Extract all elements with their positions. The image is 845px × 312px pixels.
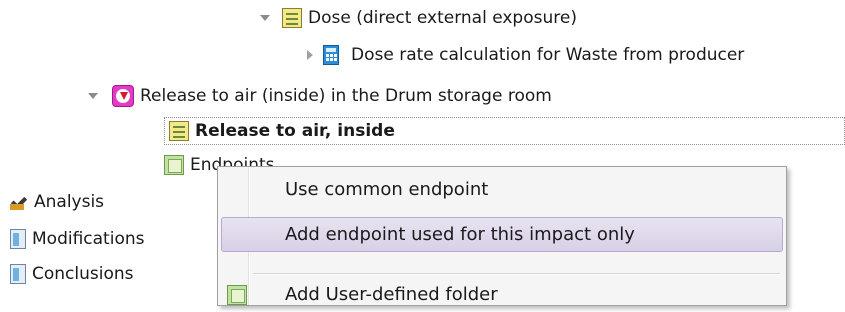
menu-item-label: Add endpoint used for this impact only (285, 224, 635, 245)
map-icon (164, 155, 184, 175)
tree-row-release-item[interactable]: Release to air, inside (164, 117, 845, 145)
calculator-icon (323, 45, 339, 65)
tree-label: Conclusions (32, 264, 134, 284)
document-icon (10, 264, 26, 284)
expand-toggle[interactable] (88, 91, 98, 101)
tree-label: Release to air (inside) in the Drum stor… (140, 86, 552, 106)
tree-row-dose-rate[interactable]: Dose rate calculation for Waste from pro… (305, 42, 744, 68)
tree-label: Modifications (32, 229, 145, 249)
tree-row-analysis[interactable]: Analysis (10, 189, 104, 215)
tree-label: Dose (direct external exposure) (308, 8, 577, 28)
form-icon (169, 121, 189, 141)
release-icon (112, 85, 134, 107)
tree-label: Analysis (34, 192, 105, 212)
tree-row-modifications[interactable]: Modifications (10, 226, 144, 252)
menu-item-label: Add User-defined folder (285, 284, 498, 305)
menu-item-label: Use common endpoint (285, 179, 489, 200)
menu-item-add-user-defined-folder[interactable]: Add User-defined folder (221, 277, 783, 312)
tree-row-dose[interactable]: Dose (direct external exposure) (260, 5, 577, 31)
menu-separator (253, 273, 780, 275)
tree-label: Dose rate calculation for Waste from pro… (351, 45, 745, 65)
checkmark-icon (10, 193, 28, 211)
tree-row-conclusions[interactable]: Conclusions (10, 261, 134, 287)
folder-map-icon (227, 285, 247, 305)
document-icon (10, 229, 26, 249)
expand-toggle[interactable] (260, 13, 270, 23)
expand-toggle[interactable] (305, 50, 315, 60)
menu-item-use-common-endpoint[interactable]: Use common endpoint (221, 172, 783, 207)
tree-label: Release to air, inside (195, 121, 395, 141)
menu-item-add-endpoint-impact-only[interactable]: Add endpoint used for this impact only (221, 217, 783, 252)
tree-row-release-group[interactable]: Release to air (inside) in the Drum stor… (88, 83, 552, 109)
form-icon (282, 8, 302, 28)
context-menu: Use common endpoint Add endpoint used fo… (217, 166, 787, 306)
